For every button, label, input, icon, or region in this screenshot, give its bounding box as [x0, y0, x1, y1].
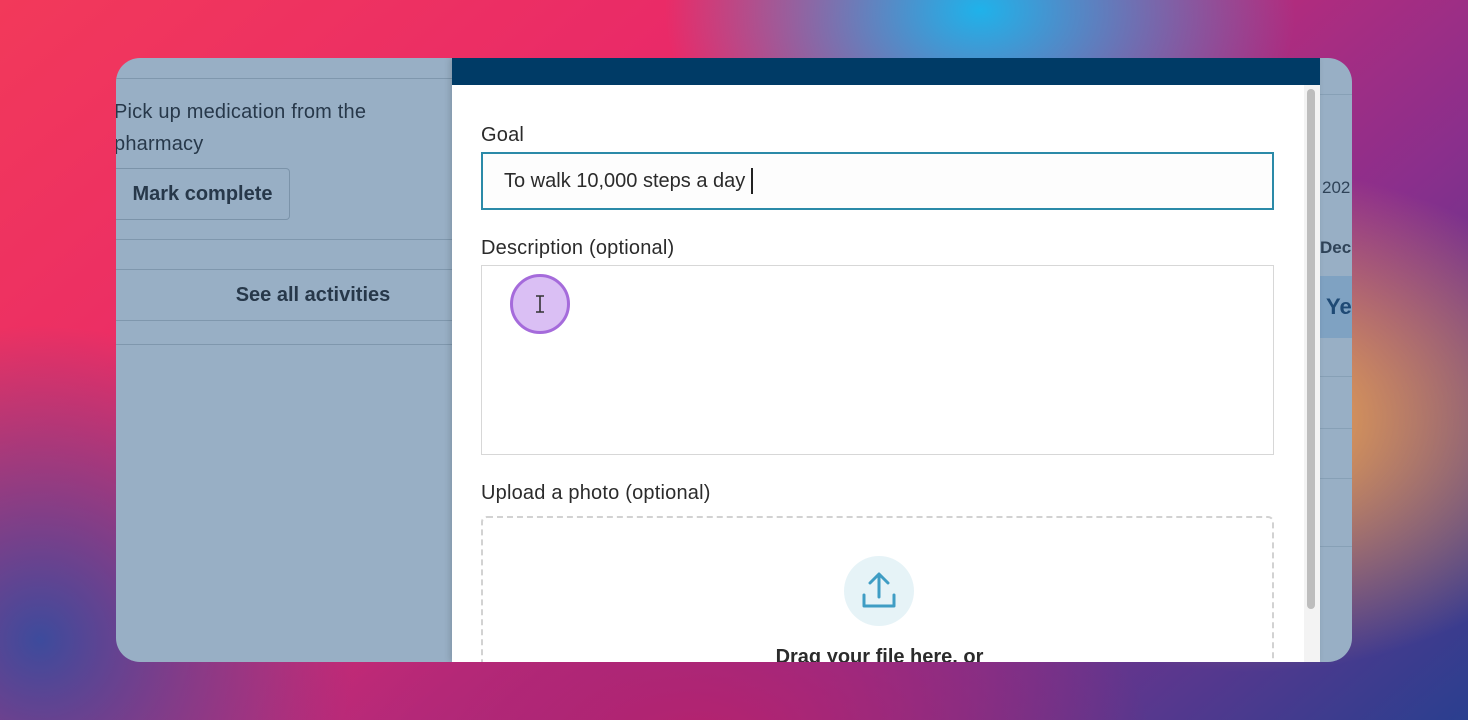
mark-complete-button[interactable]: Mark complete — [116, 168, 290, 220]
scrollbar[interactable] — [1304, 85, 1320, 662]
dialog-header — [452, 58, 1320, 85]
divider — [1320, 376, 1352, 377]
highlighted-cell: Ye — [1320, 276, 1352, 338]
divider — [1320, 94, 1352, 95]
see-all-activities-link[interactable]: See all activities — [116, 270, 510, 320]
drag-file-text: Drag your file here, or — [775, 646, 984, 662]
goal-input[interactable]: To walk 10,000 steps a day — [481, 152, 1274, 210]
activity-item-text: Pick up medication from the pharmacy — [116, 101, 367, 155]
background-page-edge: 202 Dec Ye — [1320, 58, 1352, 662]
scrollbar-thumb[interactable] — [1307, 89, 1315, 609]
app-window: Pick up medication from the pharmacy Mar… — [116, 58, 1352, 662]
year-text: 202 — [1322, 178, 1351, 197]
divider — [116, 78, 452, 79]
text-cursor-icon — [510, 274, 570, 334]
upload-icon[interactable] — [844, 556, 914, 626]
divider — [1320, 428, 1352, 429]
divider — [116, 320, 452, 321]
goal-dialog: Goal To walk 10,000 steps a day Descript… — [452, 58, 1320, 662]
divider — [116, 239, 452, 240]
text-caret — [751, 168, 753, 194]
divider — [1320, 546, 1352, 547]
activities-panel: Pick up medication from the pharmacy Mar… — [116, 58, 452, 662]
month-text: Dec — [1320, 238, 1352, 257]
description-textarea[interactable] — [481, 265, 1274, 455]
photo-dropzone[interactable]: Drag your file here, or — [481, 516, 1274, 662]
description-label: Description (optional) — [481, 237, 675, 259]
divider — [1320, 478, 1352, 479]
divider — [116, 344, 452, 345]
goal-input-value: To walk 10,000 steps a day — [504, 169, 746, 192]
upload-label: Upload a photo (optional) — [481, 482, 711, 504]
goal-label: Goal — [481, 124, 525, 146]
